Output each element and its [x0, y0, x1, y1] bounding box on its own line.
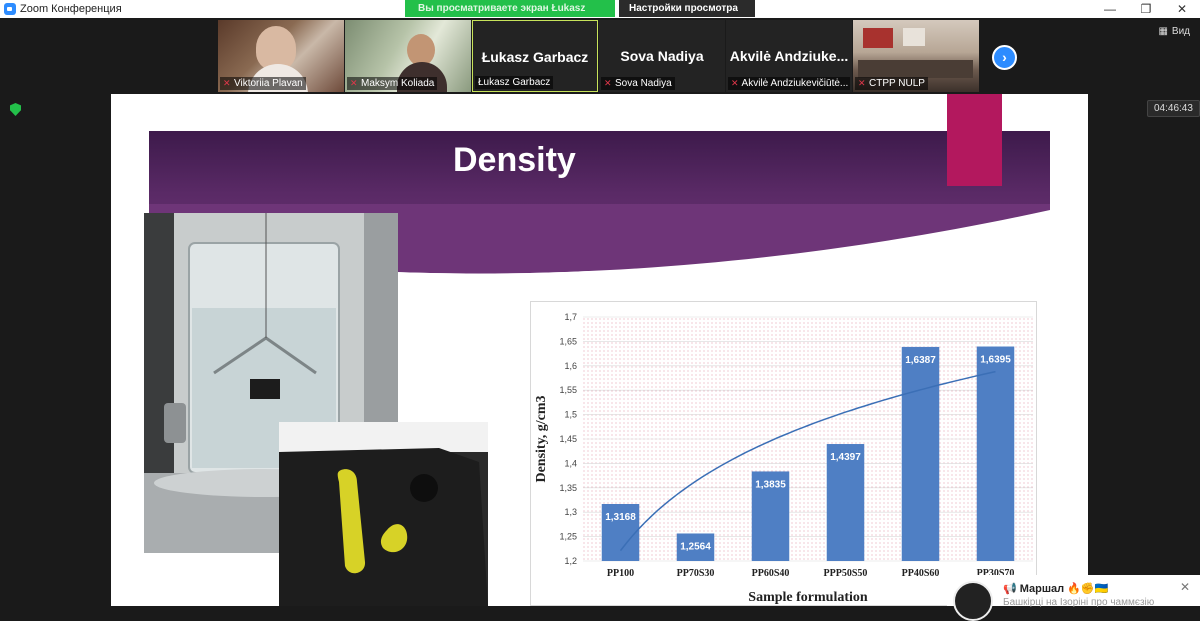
share-banner: Вы просматриваете экран Łukasz Garbacz Н… [405, 0, 755, 31]
value-label: 1,2564 [680, 541, 711, 552]
participant-tile-maksym[interactable]: ✕ Maksym Koliada [345, 20, 471, 92]
participant-name: Maksym Koliada [361, 78, 435, 89]
value-label: 1,3835 [755, 479, 786, 490]
window-controls: — ❐ ✕ [1092, 0, 1200, 18]
mic-muted-icon: ✕ [350, 78, 358, 88]
chat-preview: Башкірці на Ізоріні про чаммєзію [1003, 597, 1155, 608]
participant-strip: ✕ Viktoriia Plavan ✕ Maksym Koliada Łukasz… [218, 20, 979, 92]
x-tick-label: PP70S30 [677, 568, 715, 579]
participant-caption: ✕ Sova Nadiya [601, 77, 675, 90]
x-axis-label: Sample formulation [748, 590, 868, 605]
view-label: Вид [1171, 26, 1190, 37]
participant-video [903, 28, 925, 46]
participant-big-name: Sova Nadiya [620, 48, 704, 64]
close-button[interactable]: ✕ [1164, 0, 1200, 18]
security-shield-icon[interactable] [10, 103, 21, 116]
participant-caption: ✕ Akvilė Andziukevičiūtė... [728, 77, 850, 90]
value-label: 1,3168 [605, 512, 636, 523]
maximize-button[interactable]: ❐ [1128, 0, 1164, 18]
participant-tile-akvile[interactable]: Akvilė Andziuke... ✕ Akvilė Andziukevičiū… [726, 20, 852, 92]
bar [901, 346, 940, 561]
grid-view-icon: ▦ [1158, 26, 1168, 37]
next-participants-button[interactable]: › [992, 45, 1017, 70]
chat-sender: 📢 Маршал 🔥✊🇺🇦 [1003, 583, 1109, 595]
participant-name: Łukasz Garbacz [478, 77, 551, 88]
participant-tile-viktoriia[interactable]: ✕ Viktoriia Plavan [218, 20, 344, 92]
value-label: 1,6395 [980, 355, 1011, 366]
y-tick-label: 1,4 [564, 458, 577, 468]
y-tick-labels: 1,2 1,25 1,3 1,35 1,4 1,45 1,5 1,55 1,6 1,65 1,7 [559, 312, 577, 566]
view-settings-button[interactable]: Настройки просмотра ⌄ [619, 0, 755, 31]
y-tick-label: 1,5 [564, 410, 577, 420]
participant-video [858, 60, 973, 78]
participant-name: Akvilė Andziukevičiūtė... [741, 78, 849, 89]
y-tick-label: 1,35 [559, 483, 577, 493]
x-tick-label: PP40S60 [902, 568, 940, 579]
y-tick-label: 1,25 [559, 532, 577, 542]
meeting-timer: 04:46:43 [1147, 100, 1200, 117]
minimize-button[interactable]: — [1092, 0, 1128, 18]
mic-muted-icon: ✕ [223, 78, 231, 88]
participant-caption: ✕ Viktoriia Plavan [220, 77, 306, 90]
y-tick-label: 1,45 [559, 434, 577, 444]
slide-accent-rectangle [947, 94, 1002, 186]
y-tick-label: 1,7 [564, 312, 577, 322]
participant-caption: Łukasz Garbacz [475, 76, 554, 89]
participant-tile-ctpp[interactable]: ✕ CTPP NULP [853, 20, 979, 92]
participant-big-name: Łukasz Garbacz [481, 49, 589, 65]
participant-caption: ✕ Maksym Koliada [347, 77, 438, 90]
density-chart-svg: 1,2 1,25 1,3 1,35 1,4 1,45 1,5 1,55 1,6 1,65 1,7 1… [534, 312, 1033, 605]
participant-video [863, 28, 893, 48]
participant-caption: ✕ CTPP NULP [855, 77, 928, 90]
sender-avatar [953, 581, 993, 621]
chat-notification[interactable]: 📢 Маршал 🔥✊🇺🇦 Башкірці на Ізоріні про ча… [947, 575, 1200, 621]
value-label: 1,4397 [830, 452, 861, 463]
y-tick-label: 1,65 [559, 336, 577, 346]
sample-illustration [279, 422, 488, 606]
participant-name: Viktoriia Plavan [234, 78, 303, 89]
participant-name: Sova Nadiya [615, 78, 672, 89]
close-icon[interactable]: ✕ [1180, 580, 1190, 594]
participant-tile-sova[interactable]: Sova Nadiya ✕ Sova Nadiya [599, 20, 725, 92]
mic-muted-icon: ✕ [731, 78, 739, 88]
participant-big-name: Akvilė Andziuke... [729, 48, 849, 64]
y-tick-label: 1,55 [559, 385, 577, 395]
participant-name: CTPP NULP [869, 78, 925, 89]
shared-slide: Density 1,2 1,25 1,3 1,35 1,4 1,45 1,5 1… [111, 94, 1088, 606]
window-title: Zoom Конференция [20, 3, 122, 15]
x-tick-label: PP60S40 [752, 568, 790, 579]
sample-photo [279, 422, 488, 606]
y-tick-label: 1,6 [564, 361, 577, 371]
zoom-logo-icon [4, 3, 16, 15]
participant-tile-lukasz[interactable]: Łukasz Garbacz Łukasz Garbacz [472, 20, 598, 92]
y-axis-label: Density, g/cm3 [534, 395, 549, 482]
view-button[interactable]: ▦ Вид [1158, 26, 1190, 37]
slide-title: Density [453, 141, 576, 179]
x-tick-label: PP100 [607, 568, 634, 579]
x-tick-label: PPP50S50 [824, 568, 868, 579]
value-label: 1,6387 [905, 355, 936, 366]
bar [976, 346, 1015, 561]
density-chart: 1,2 1,25 1,3 1,35 1,4 1,45 1,5 1,55 1,6 1,65 1,7 1… [530, 301, 1037, 606]
viewing-screen-label: Вы просматриваете экран Łukasz Garbacz [405, 0, 615, 31]
y-tick-label: 1,2 [564, 556, 577, 566]
y-tick-label: 1,3 [564, 507, 577, 517]
mic-muted-icon: ✕ [604, 78, 612, 88]
mic-muted-icon: ✕ [858, 78, 866, 88]
